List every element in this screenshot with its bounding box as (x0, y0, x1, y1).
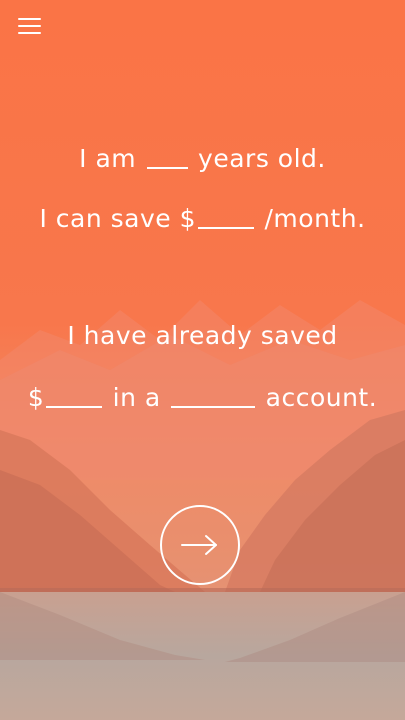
menu-bar-middle (18, 25, 41, 27)
onboarding-screen: I am years old. I can save $ /month. I h… (0, 0, 405, 720)
menu-bar-bottom (18, 32, 41, 34)
monthly-savings-input[interactable] (198, 203, 255, 229)
age-input[interactable] (146, 143, 188, 169)
arrow-right-icon (181, 535, 217, 555)
next-button[interactable] (160, 505, 240, 585)
monthly-savings-suffix: /month. (264, 204, 366, 233)
saved-amount-input[interactable] (46, 382, 103, 408)
monthly-savings-prefix: I can save $ (39, 204, 197, 233)
saved-prefix: $ (27, 383, 45, 412)
age-sentence: I am years old. (0, 141, 405, 175)
already-saved-intro: I have already saved (67, 321, 338, 350)
age-prefix: I am (79, 144, 137, 173)
hamburger-menu-icon[interactable] (18, 17, 42, 35)
age-suffix: years old. (198, 144, 326, 173)
monthly-savings-sentence: I can save $ /month. (0, 201, 405, 235)
account-type-input[interactable] (171, 382, 256, 408)
saved-middle: in a (112, 383, 161, 412)
saved-amount-sentence: $ in a account. (0, 380, 405, 414)
mountain-lake-background (0, 0, 405, 720)
saved-suffix: account. (265, 383, 378, 412)
menu-bar-top (18, 18, 41, 20)
